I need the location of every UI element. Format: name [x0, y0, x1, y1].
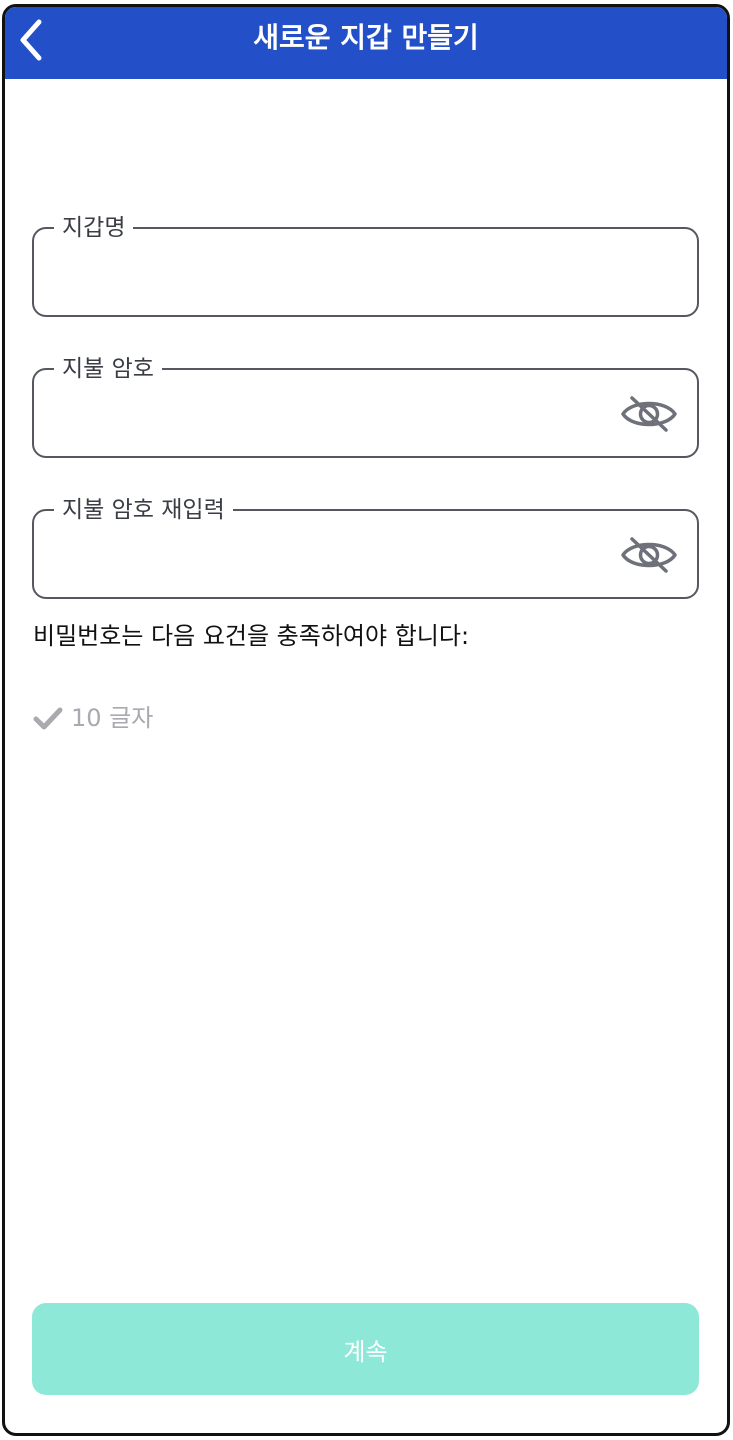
app-screen: 새로운 지갑 만들기 지갑명 지불 암호 지불 암호 재입력 비밀번호는 다음 …	[2, 4, 730, 1436]
wallet-name-input[interactable]	[56, 255, 620, 293]
continue-button[interactable]: 계속	[32, 1303, 699, 1395]
page-title: 새로운 지갑 만들기	[253, 21, 479, 54]
checkmark-icon	[33, 704, 65, 732]
requirement-text: 10 글자	[71, 704, 154, 732]
password-confirm-input[interactable]	[56, 537, 620, 575]
password-visibility-toggle[interactable]	[619, 392, 679, 436]
wallet-name-label: 지갑명	[54, 213, 134, 243]
eye-off-icon	[621, 537, 677, 573]
eye-off-icon	[621, 396, 677, 432]
requirement-item: 10 글자	[33, 701, 153, 735]
wallet-name-field: 지갑명	[32, 213, 699, 317]
password-requirements-title: 비밀번호는 다음 요건을 충족하여야 합니다:	[33, 622, 470, 650]
password-confirm-field: 지불 암호 재입력	[32, 495, 699, 599]
top-bar: 새로운 지갑 만들기	[5, 7, 727, 79]
password-confirm-label: 지불 암호 재입력	[54, 495, 233, 525]
password-label: 지불 암호	[54, 354, 162, 384]
password-confirm-visibility-toggle[interactable]	[619, 533, 679, 577]
password-input[interactable]	[56, 396, 620, 434]
password-field: 지불 암호	[32, 354, 699, 458]
